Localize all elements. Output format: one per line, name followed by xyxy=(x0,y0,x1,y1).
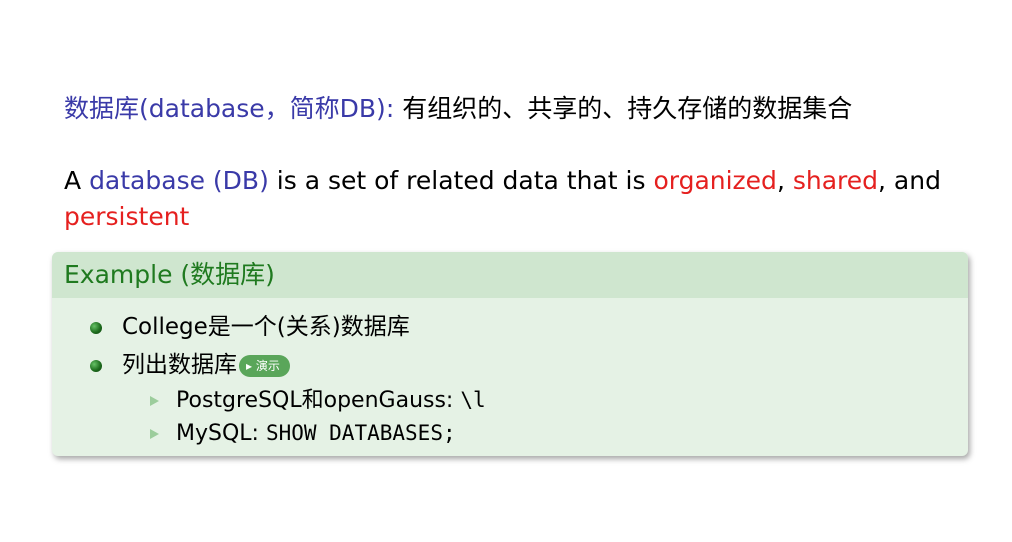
definition-en-sep2: , and xyxy=(878,166,941,195)
bullet-dot-icon xyxy=(90,322,102,334)
sub-item-code: \l xyxy=(460,388,486,412)
triangle-bullet-icon xyxy=(150,396,159,406)
list-item-text: 列出数据库 xyxy=(122,352,237,378)
definition-en-mid: is a set of related data that is xyxy=(268,166,654,195)
sub-list-item: PostgreSQL和openGauss: \l xyxy=(148,384,486,417)
term-zh: 数据库(database，简称DB) xyxy=(64,94,386,123)
bullet-dot-icon xyxy=(90,360,102,372)
example-block-title: Example (数据库) xyxy=(52,252,968,298)
definition-zh: 数据库(database，简称DB): 有组织的、共享的、持久存储的数据集合 xyxy=(64,92,852,126)
example-sub-list: PostgreSQL和openGauss: \l MySQL: SHOW DAT… xyxy=(148,384,486,450)
sub-item-label: PostgreSQL和openGauss: xyxy=(176,388,461,413)
keyword-organized: organized xyxy=(653,166,777,195)
sub-list-item: MySQL: SHOW DATABASES; xyxy=(148,417,486,450)
example-block: Example (数据库) College是一个(关系)数据库 列出数据库 ▸ 演… xyxy=(52,252,968,456)
definition-zh-text: 有组织的、共享的、持久存储的数据集合 xyxy=(394,94,853,123)
term-zh-colon: : xyxy=(385,94,395,123)
keyword-shared: shared xyxy=(792,166,879,195)
sub-item-label: MySQL: xyxy=(176,421,266,446)
triangle-bullet-icon xyxy=(150,429,159,439)
example-bullet-list: College是一个(关系)数据库 列出数据库 ▸ 演示 xyxy=(90,308,410,384)
demo-button[interactable]: ▸ 演示 xyxy=(239,354,290,377)
sub-item-code: SHOW DATABASES; xyxy=(265,421,456,445)
keyword-persistent: persistent xyxy=(64,202,190,231)
definition-en-sep1: , xyxy=(776,166,793,195)
term-en: database (DB) xyxy=(89,166,269,195)
definition-en: A database (DB) is a set of related data… xyxy=(64,163,944,235)
list-item: College是一个(关系)数据库 xyxy=(90,308,410,346)
list-item-text: College是一个(关系)数据库 xyxy=(122,314,410,340)
list-item: 列出数据库 ▸ 演示 xyxy=(90,346,410,384)
definition-en-prefix: A xyxy=(64,166,90,195)
